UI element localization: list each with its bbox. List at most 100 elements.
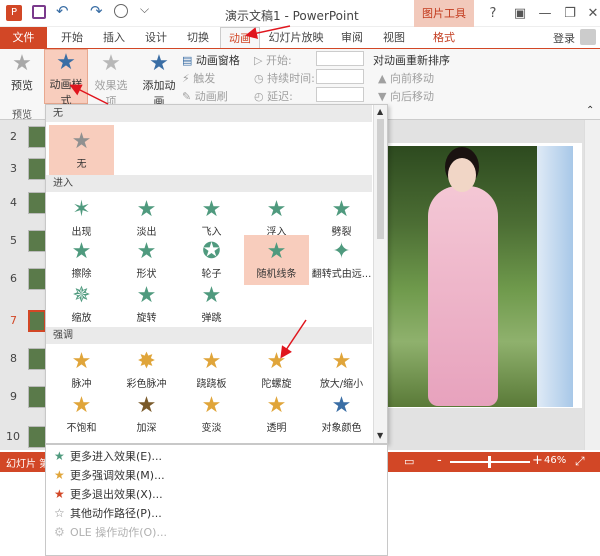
slide-number: 3 [10,162,17,175]
delay-input[interactable] [316,87,364,102]
slide-thumb[interactable] [28,348,46,370]
tab-home[interactable]: 开始 [52,27,92,48]
slide-thumb-selected[interactable] [28,310,46,332]
animation-pane-button[interactable]: ▤ 动画窗格 [182,52,240,68]
slide-thumb[interactable] [28,230,46,252]
customize-toolbar-icon[interactable]: ⌵ [140,2,149,17]
move-earlier-button[interactable]: ▲ 向前移动 [378,70,434,86]
slideshow-from-start-icon[interactable] [114,4,128,18]
tab-review[interactable]: 审阅 [332,27,372,48]
anim-lighten[interactable]: ★ 变淡 [179,389,244,439]
vertical-scrollbar[interactable] [584,120,600,450]
anim-swivel[interactable]: ★ 旋转 [114,279,179,329]
title-bar: P ↶ ↷ ⌵ 演示文稿1 - PowerPoint 图片工具 ? ▣ — ❐ … [0,0,600,27]
section-emphasis: 强调 [46,327,372,344]
anim-spin[interactable]: ★ 陀螺旋 [244,345,309,395]
star-green-icon: ★ [331,197,352,222]
star-green-icon: ✵ [72,283,91,308]
start-select[interactable] [316,51,364,66]
trigger-button[interactable]: ⚡ 触发 [182,70,215,86]
anim-teeter[interactable]: ★ 跷跷板 [179,345,244,395]
slide-number: 4 [10,196,17,209]
anim-desaturate[interactable]: ★ 不饱和 [49,389,114,439]
star-green-icon: ★ [136,239,157,264]
slide-thumb[interactable] [28,268,46,290]
scroll-thumb[interactable] [377,119,384,239]
slide-thumb[interactable] [28,426,46,448]
star-green-icon: ★ [71,239,92,264]
anim-grow-shrink[interactable]: ★ 放大/缩小 [309,345,374,395]
save-icon[interactable] [32,5,46,19]
star-blue-icon: ★ [331,393,352,418]
redo-icon[interactable]: ↷ [90,2,103,20]
effect-options-star-icon: ★ [101,51,121,76]
fit-to-window-icon[interactable]: ⤢ [575,454,585,469]
preview-label: 预览 [11,79,33,92]
anim-wipe[interactable]: ★ 擦除 [49,235,114,285]
zoom-level[interactable]: 46% [544,455,566,466]
move-later-button[interactable]: ▼ 向后移动 [378,88,434,104]
tab-slideshow[interactable]: 幻灯片放映 [264,27,328,48]
animation-gallery: 无 ★ 无 进入 ✶ 出现 ★ 淡出 ★ 飞入 ★ 浮入 ★ 劈裂 ★ 擦除 ★ 形状 ✪ 轮子… [45,104,388,444]
help-button[interactable]: ? [478,0,508,27]
animation-painter-button[interactable]: ✎ 动画刷 [182,88,228,104]
anim-zoom[interactable]: ✵ 缩放 [49,279,114,329]
scroll-up-icon[interactable]: ▲ [377,107,383,116]
anim-random-bars[interactable]: ★ 随机线条 [244,235,309,285]
zoom-out-button[interactable]: - [437,453,442,468]
tab-animations[interactable]: 动画 [220,27,260,48]
anim-transparency[interactable]: ★ 透明 [244,389,309,439]
anim-wheel[interactable]: ✪ 轮子 [179,235,244,285]
anim-shape[interactable]: ★ 形状 [114,235,179,285]
anim-object-color[interactable]: ★ 对象颜色 [309,389,374,439]
photo-figure [428,158,498,406]
slide-number: 8 [10,352,17,365]
slide-thumb[interactable] [28,158,46,180]
star-gold-icon: ★ [331,349,352,374]
slide-number: 6 [10,272,17,285]
animation-styles-button[interactable]: ★ 动画样式 ▾ [44,49,88,120]
more-entrance-effects[interactable]: ★ 更多进入效果(E)... [54,447,162,465]
anim-grow-turn[interactable]: ✦ 翻转式由远... [309,235,374,285]
close-button[interactable]: ✕ [578,0,600,27]
anim-bounce[interactable]: ★ 弹跳 [179,279,244,329]
zoom-slider-thumb[interactable] [488,456,491,468]
zoom-in-button[interactable]: + [532,453,543,468]
star-green-icon: ★ [266,197,287,222]
more-motion-paths[interactable]: ☆ 其他动作路径(P)... [54,504,162,522]
tab-insert[interactable]: 插入 [94,27,134,48]
slide-thumb[interactable] [28,386,46,408]
slide-photo[interactable] [388,146,537,407]
more-exit-effects[interactable]: ★ 更多退出效果(X)... [54,485,163,503]
star-green-icon: ★ [201,197,222,222]
star-gold-icon: ★ [54,468,65,482]
reorder-title: 对动画重新排序 [373,54,450,67]
tab-design[interactable]: 设计 [136,27,176,48]
slide-thumb[interactable] [28,126,46,148]
star-green-icon: ★ [136,197,157,222]
anim-none[interactable]: ★ 无 [49,125,114,175]
slide-thumb[interactable] [28,192,46,214]
duration-input[interactable] [316,69,364,84]
gear-icon: ⚙ [54,525,65,539]
gallery-scrollbar[interactable]: ▲ ▼ [373,105,387,443]
login-link[interactable]: 登录 [553,30,575,46]
tab-format[interactable]: 格式 [414,27,474,48]
undo-icon[interactable]: ↶ [56,2,69,20]
scroll-down-icon[interactable]: ▼ [377,431,383,440]
notes-icon[interactable]: ▭ [404,455,414,468]
more-emphasis-effects[interactable]: ★ 更多强调效果(M)... [54,466,165,484]
preview-button[interactable]: ★ 预览 [2,51,42,101]
tab-file[interactable]: 文件 [0,27,47,48]
collapse-ribbon-icon[interactable]: ⌃ [586,105,594,116]
tab-view[interactable]: 视图 [374,27,414,48]
star-green-icon: ✶ [72,197,91,222]
tab-transitions[interactable]: 切换 [178,27,218,48]
add-animation-button[interactable]: ★ 添加动画 [138,51,180,108]
anim-color-pulse[interactable]: ✸ 彩色脉冲 [114,345,179,395]
slide-shape[interactable] [537,146,573,407]
slide-number-selected: 7 [10,314,17,327]
effect-options-button[interactable]: ★ 效果选项 [90,51,132,108]
anim-pulse[interactable]: ★ 脉冲 [49,345,114,395]
anim-darken[interactable]: ★ 加深 [114,389,179,439]
